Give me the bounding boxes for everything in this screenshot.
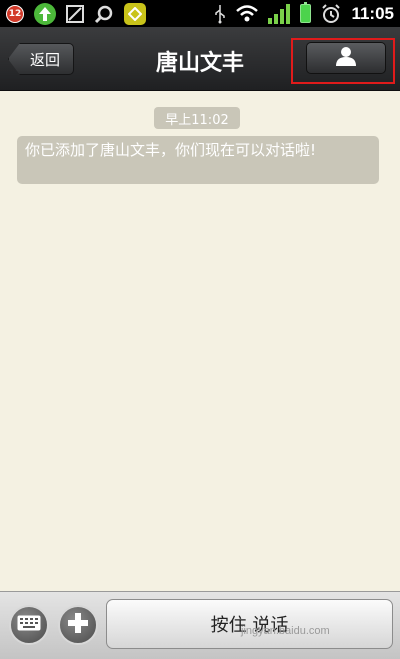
battery-icon [300,2,312,25]
system-message: 你已添加了唐山文丰，你们现在可以对话啦! [17,136,379,184]
wifi-icon [236,3,259,25]
person-icon [335,45,357,71]
input-bar: 按住 说话 [0,591,400,659]
signal-icon [268,3,291,25]
title-bar: 返回 唐山文丰 [0,27,400,91]
notification-badge-icon: 12 [6,3,24,25]
upload-icon [34,2,56,25]
hold-to-talk-button[interactable]: 按住 说话 [106,599,393,649]
app-icon [124,2,146,25]
status-bar: 12 11:05 [0,0,400,27]
keyboard-button[interactable] [9,605,49,645]
chat-area[interactable]: 早上11:02 你已添加了唐山文丰，你们现在可以对话啦! [0,91,400,591]
notification-count: 12 [6,4,24,23]
watermark: jingyan.baidu.com [241,625,330,637]
message-timestamp: 早上11:02 [154,107,240,129]
wechat-chat-screen: 12 11:05 返回 唐山文丰 早上11:02 你已添加了唐山文丰，你们现在可… [0,0,400,659]
status-time: 11:05 [351,3,394,23]
image-icon [66,3,84,25]
search-icon [94,3,114,25]
alarm-icon [321,3,341,25]
keyboard-icon [17,615,41,635]
profile-button[interactable] [306,42,386,74]
plus-icon [66,611,90,639]
usb-icon [214,3,226,25]
add-button[interactable] [58,605,98,645]
